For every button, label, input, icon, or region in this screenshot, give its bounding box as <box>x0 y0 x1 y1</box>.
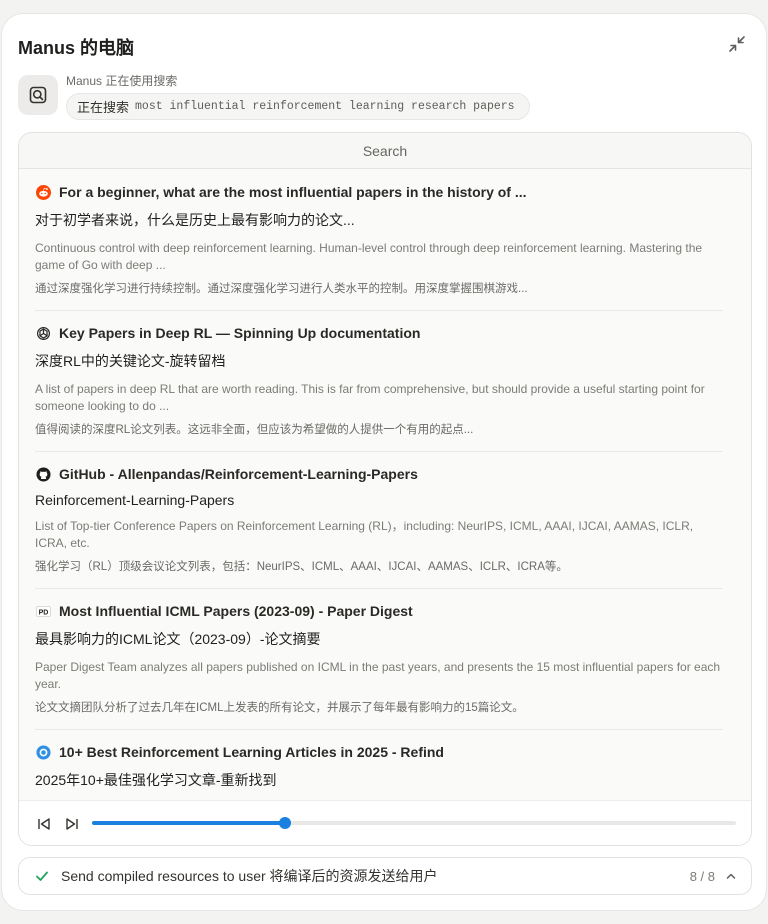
result-snippet: Continuous control with deep reinforceme… <box>35 241 703 272</box>
skip-forward-icon <box>66 818 78 830</box>
openai-icon <box>35 325 51 341</box>
result-title[interactable]: For a beginner, what are the most influe… <box>59 184 527 200</box>
chevron-up-icon <box>726 873 736 879</box>
result-title[interactable]: 10+ Best Reinforcement Learning Articles… <box>59 744 444 760</box>
result-snippet: Paper Digest Team analyzes all papers pu… <box>35 660 721 691</box>
result-title[interactable]: Key Papers in Deep RL — Spinning Up docu… <box>59 325 420 341</box>
result-snippet-translation: 值得阅读的深度RL论文列表。这远非全面，但应该为希望做的人提供一个有用的起点..… <box>35 424 474 436</box>
skip-back-icon <box>38 818 50 830</box>
step-description: Send compiled resources to user 将编译后的资源发… <box>61 868 438 884</box>
tool-status: Manus 正在使用搜索 <box>66 74 178 88</box>
result-title[interactable]: GitHub - Allenpandas/Reinforcement-Learn… <box>59 466 418 482</box>
svg-text:PD: PD <box>38 609 48 616</box>
reddit-icon <box>35 184 51 200</box>
panel-title: Manus 的电脑 <box>18 38 135 58</box>
search-result: Key Papers in Deep RL — Spinning Up docu… <box>35 311 723 452</box>
result-snippet-translation: 论文文摘团队分析了过去几年在ICML上发表的所有论文，并展示了每年最有影响力的1… <box>35 702 524 714</box>
search-query-chip: 正在搜索 most influential reinforcement lear… <box>66 93 530 120</box>
step-counter: 8 / 8 <box>689 868 715 884</box>
result-title-translation: 最具影响力的ICML论文（2023-09）-论文摘要 <box>35 631 321 647</box>
result-title[interactable]: Most Influential ICML Papers (2023-09) -… <box>59 603 413 619</box>
collapse-button[interactable] <box>726 33 748 55</box>
search-viewer: Search For a beginner, what are the most… <box>18 132 752 846</box>
result-snippet: A list of papers in deep RL that are wor… <box>35 382 705 413</box>
computer-panel: Manus 的电脑 Manus 正在使用搜索 正在搜索 most influen… <box>1 13 767 911</box>
progress-track[interactable] <box>92 817 736 829</box>
search-action: 正在搜索 <box>77 100 130 115</box>
search-query: most influential reinforcement learning … <box>135 100 515 113</box>
checkmark-icon <box>36 871 48 881</box>
search-results[interactable]: For a beginner, what are the most influe… <box>19 170 751 800</box>
result-title-translation: 2025年10+最佳强化学习文章-重新找到 <box>35 772 277 788</box>
task-step-bar[interactable]: Send compiled resources to user 将编译后的资源发… <box>18 857 752 895</box>
playback-controls <box>19 800 751 845</box>
search-tool-icon <box>18 75 58 115</box>
minimize-arrows-icon <box>729 36 745 52</box>
refind-icon <box>35 744 51 760</box>
progress-thumb[interactable] <box>279 817 292 829</box>
next-button[interactable] <box>64 816 80 832</box>
viewer-tab: Search <box>19 133 751 169</box>
result-snippet-translation: 通过深度强化学习进行持续控制。通过深度强化学习进行人类水平的控制。用深度掌握围棋… <box>35 283 528 295</box>
result-snippet: List of Top-tier Conference Papers on Re… <box>35 519 694 550</box>
github-icon <box>35 466 51 482</box>
result-snippet-translation: 强化学习（RL）顶级会议论文列表，包括：NeurIPS、ICML、AAAI、IJ… <box>35 561 568 573</box>
search-result: For a beginner, what are the most influe… <box>35 170 723 311</box>
paper-digest-icon: PD <box>35 603 51 619</box>
search-result: 10+ Best Reinforcement Learning Articles… <box>35 730 723 800</box>
search-result: PD Most Influential ICML Papers (2023-09… <box>35 589 723 730</box>
result-title-translation: Reinforcement-Learning-Papers <box>35 492 235 508</box>
progress-fill <box>92 821 286 825</box>
result-title-translation: 深度RL中的关键论文-旋转留档 <box>35 353 226 369</box>
search-result: GitHub - Allenpandas/Reinforcement-Learn… <box>35 452 723 589</box>
search-icon <box>29 86 47 104</box>
previous-button[interactable] <box>36 816 52 832</box>
result-title-translation: 对于初学者来说，什么是历史上最有影响力的论文... <box>35 212 355 228</box>
expand-steps-button[interactable] <box>725 870 737 882</box>
